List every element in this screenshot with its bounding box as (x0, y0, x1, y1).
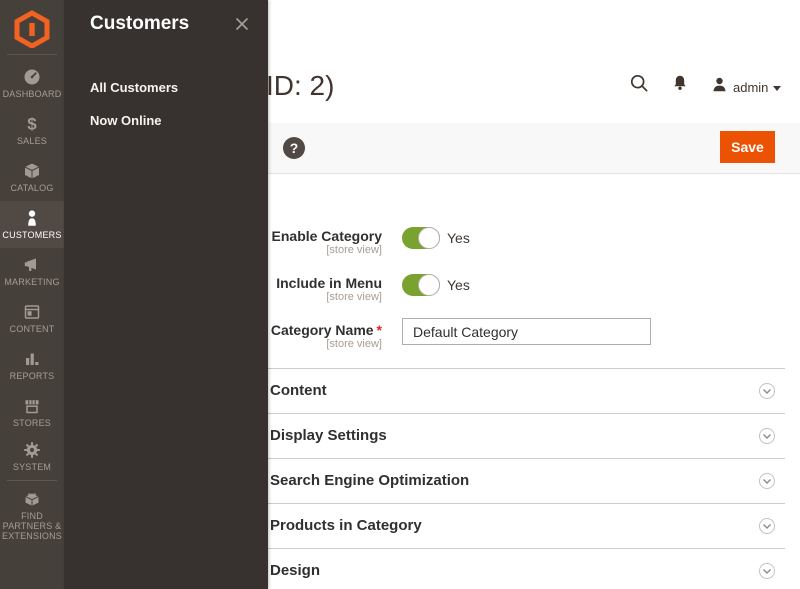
sidebar-item-label: REPORTS (10, 371, 55, 381)
storefront-stores-icon (23, 397, 41, 415)
sidebar-item-stores[interactable]: STORES (0, 389, 64, 436)
sidebar-item-find-partners[interactable]: FIND PARTNERS & EXTENSIONS (0, 485, 64, 545)
sidebar-item-label: SYSTEM (13, 462, 51, 472)
help-button[interactable]: ? (283, 137, 305, 159)
dashboard-icon (23, 68, 41, 86)
flyout-title: Customers (90, 13, 189, 35)
sidebar-item-sales[interactable]: $ SALES (0, 107, 64, 154)
person-customers-icon (23, 209, 41, 227)
sidebar-item-label: CUSTOMERS (2, 230, 61, 240)
page-title: ID: 2) (266, 70, 334, 102)
brick-partners-icon (23, 490, 41, 508)
section-label: Products in Category (270, 517, 422, 534)
toggle-knob (418, 227, 440, 249)
chevron-down-circle-icon[interactable] (759, 473, 775, 489)
sidebar-item-label: STORES (13, 418, 51, 428)
sidebar-item-label: MARKETING (4, 277, 59, 287)
section-label: Content (270, 382, 327, 399)
chevron-down-circle-icon[interactable] (759, 428, 775, 444)
svg-text:$: $ (27, 115, 37, 133)
required-asterisk: * (377, 322, 382, 338)
bar-chart-reports-icon (23, 350, 41, 368)
enable-category-value: Yes (447, 230, 470, 246)
flyout-item-all-customers[interactable]: All Customers (90, 80, 178, 95)
section-label: Display Settings (270, 427, 387, 444)
include-in-menu-value: Yes (447, 277, 470, 293)
sidebar-item-label: CONTENT (10, 324, 55, 334)
category-name-input[interactable] (402, 318, 651, 345)
megaphone-marketing-icon (23, 256, 41, 274)
section-products-in-category[interactable]: Products in Category (268, 503, 785, 548)
magento-admin-screen: ID: 2) admin ? Save Enable Category [sto… (0, 0, 800, 589)
section-content[interactable]: Content (268, 368, 785, 413)
notifications-bell-icon[interactable] (671, 74, 689, 97)
section-search-engine-optimization[interactable]: Search Engine Optimization (268, 458, 785, 503)
customers-flyout-menu: Customers All Customers Now Online (64, 0, 268, 589)
enable-category-toggle[interactable] (402, 227, 440, 249)
sidebar-item-reports[interactable]: REPORTS (0, 342, 64, 389)
section-design[interactable]: Design (268, 548, 785, 589)
chevron-down-circle-icon[interactable] (759, 563, 775, 579)
sidebar-item-content[interactable]: CONTENT (0, 295, 64, 342)
include-in-menu-toggle[interactable] (402, 274, 440, 296)
admin-user-label: admin (733, 80, 768, 95)
section-display-settings[interactable]: Display Settings (268, 413, 785, 458)
save-button[interactable]: Save (720, 131, 775, 163)
sidebar-item-label: FIND PARTNERS & EXTENSIONS (0, 511, 64, 541)
magento-logo[interactable] (0, 0, 64, 52)
admin-sidebar: DASHBOARD $ SALES CATALOG CUSTOMERS MARK… (0, 0, 64, 589)
accordion-sections: Content Display Settings Search Engine O… (268, 368, 785, 589)
sidebar-divider (7, 54, 57, 55)
search-icon[interactable] (630, 74, 649, 98)
section-label: Search Engine Optimization (270, 472, 469, 489)
sidebar-nav: DASHBOARD $ SALES CATALOG CUSTOMERS MARK… (0, 60, 64, 545)
sidebar-item-label: SALES (17, 136, 47, 146)
close-icon[interactable] (234, 16, 250, 32)
toggle-knob (418, 274, 440, 296)
section-label: Design (270, 562, 320, 579)
layout-content-icon (23, 303, 41, 321)
sidebar-item-customers[interactable]: CUSTOMERS (0, 201, 64, 248)
dollar-sales-icon: $ (23, 115, 41, 133)
sidebar-item-marketing[interactable]: MARKETING (0, 248, 64, 295)
sidebar-divider (7, 480, 57, 481)
chevron-down-icon (773, 86, 781, 91)
cube-catalog-icon (23, 162, 41, 180)
user-avatar-icon (711, 76, 728, 98)
gear-system-icon (23, 441, 41, 459)
sidebar-item-label: CATALOG (10, 183, 53, 193)
sidebar-item-dashboard[interactable]: DASHBOARD (0, 60, 64, 107)
sidebar-item-label: DASHBOARD (3, 89, 62, 99)
sidebar-item-system[interactable]: SYSTEM (0, 436, 64, 476)
admin-user-menu[interactable]: admin (711, 76, 781, 98)
sidebar-item-catalog[interactable]: CATALOG (0, 154, 64, 201)
chevron-down-circle-icon[interactable] (759, 383, 775, 399)
chevron-down-circle-icon[interactable] (759, 518, 775, 534)
flyout-item-now-online[interactable]: Now Online (90, 113, 162, 128)
